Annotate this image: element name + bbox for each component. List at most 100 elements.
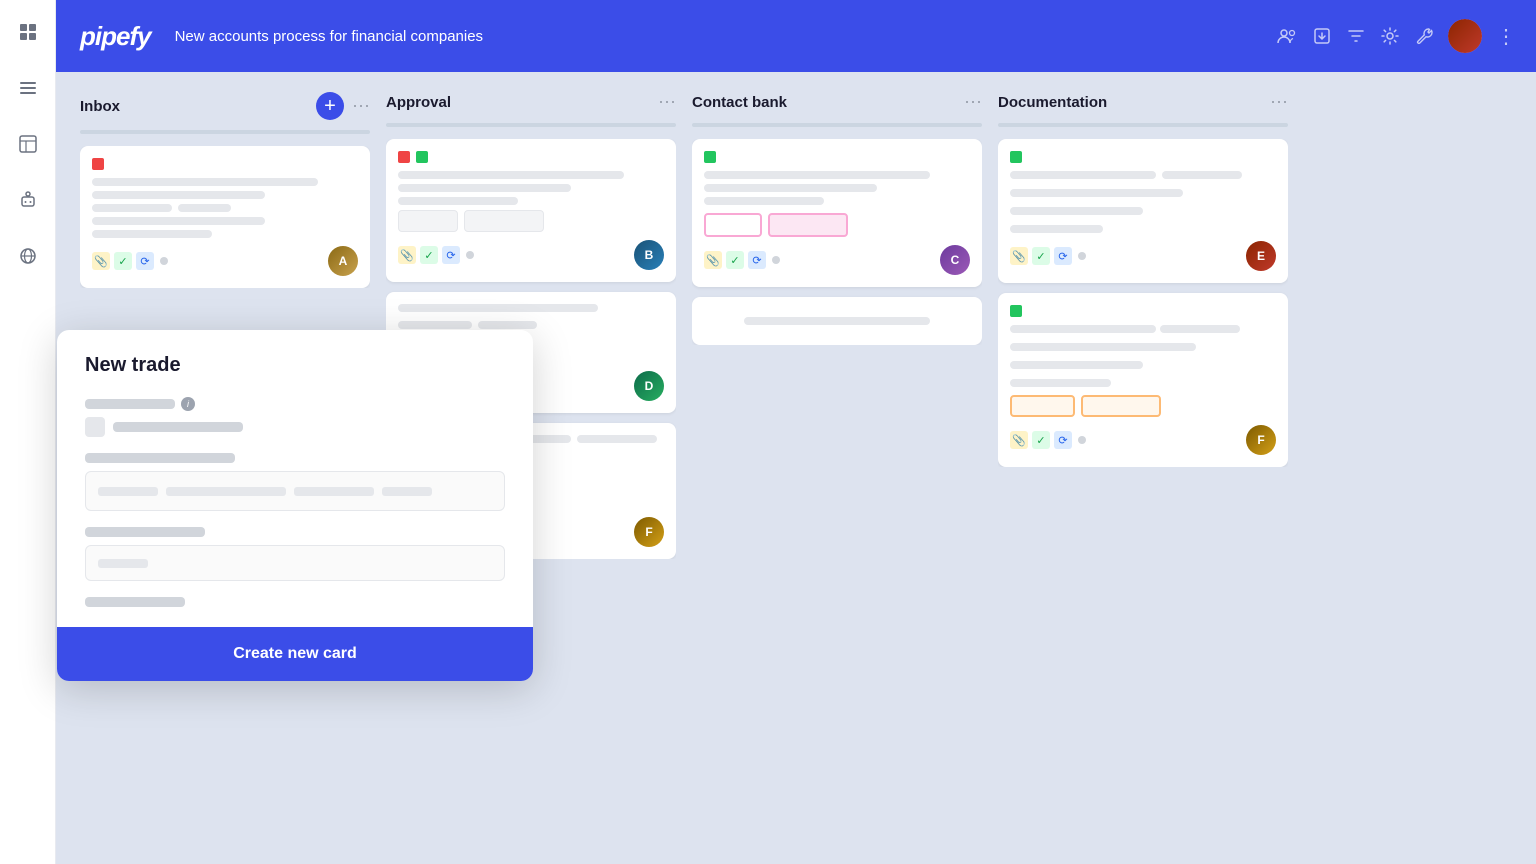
column-inbox-menu-icon[interactable]: ⋯ [352, 96, 370, 117]
sync-icon: ⟳ [136, 252, 154, 270]
dot-indicator [1078, 252, 1086, 260]
column-contact-bank: Contact bank ⋯ [692, 92, 982, 844]
card-footer: 📎 ✓ ⟳ B [398, 240, 664, 270]
content-line [1010, 325, 1156, 333]
users-icon[interactable] [1276, 25, 1298, 47]
column-documentation-title: Documentation [998, 94, 1262, 111]
tag-red [92, 158, 104, 170]
create-new-card-button[interactable]: Create new card [233, 645, 357, 663]
info-icon: i [181, 397, 195, 411]
badge-orange2 [1081, 395, 1161, 417]
content-line [704, 184, 877, 192]
card-tags [1010, 151, 1276, 163]
column-approval-bar [386, 123, 676, 127]
column-contact-bank-title: Contact bank [692, 94, 956, 111]
check-icon: ✓ [726, 251, 744, 269]
card-badges [1010, 395, 1276, 417]
card-footer: 📎 ✓ ⟳ A [92, 246, 358, 276]
sidebar-item-list[interactable] [12, 72, 44, 104]
settings-icon[interactable] [1380, 26, 1400, 46]
field-attachment-row [85, 417, 505, 437]
tag-green [704, 151, 716, 163]
column-contact-bank-menu-icon[interactable]: ⋯ [964, 92, 982, 113]
form-field-3 [85, 527, 505, 581]
avatar: C [940, 245, 970, 275]
card-footer: 📎 ✓ ⟳ F [1010, 425, 1276, 455]
avatar: F [634, 517, 664, 547]
card-content-lines [398, 171, 664, 232]
column-documentation-menu-icon[interactable]: ⋯ [1270, 92, 1288, 113]
attachment-icon [85, 417, 105, 437]
attachment-bar [113, 422, 243, 432]
more-icon[interactable]: ⋮ [1496, 24, 1516, 49]
column-contact-bank-bar [692, 123, 982, 127]
wrench-icon[interactable] [1414, 26, 1434, 46]
content-line [92, 217, 265, 225]
card-tags [1010, 305, 1276, 317]
modal-body: New trade i [57, 330, 533, 627]
content-line [1010, 207, 1143, 215]
logo: pipefy [80, 21, 151, 52]
user-avatar[interactable] [1448, 19, 1482, 53]
check-icon: ✓ [1032, 431, 1050, 449]
tag-green [416, 151, 428, 163]
field-label-row: i [85, 397, 505, 411]
content-line [1160, 325, 1240, 333]
card-footer: 📎 ✓ ⟳ C [704, 245, 970, 275]
badge-pink [704, 213, 762, 237]
tag-red [398, 151, 410, 163]
content-line [398, 321, 472, 329]
small-input[interactable] [85, 545, 505, 581]
content-line [704, 197, 824, 205]
content-line [577, 435, 657, 443]
column-contact-bank-cards: 📎 ✓ ⟳ C [692, 139, 982, 345]
content-line [1010, 361, 1143, 369]
card-tags [92, 158, 358, 170]
sidebar-item-globe[interactable] [12, 240, 44, 272]
content-line [92, 204, 172, 212]
placeholder-bar [166, 487, 286, 496]
filter-icon[interactable] [1346, 26, 1366, 46]
column-approval-header: Approval ⋯ [386, 92, 676, 113]
attachment-icon: 📎 [1010, 431, 1028, 449]
card-tags [398, 151, 664, 163]
content-line [178, 204, 231, 212]
import-icon[interactable] [1312, 26, 1332, 46]
column-inbox-add-button[interactable]: + [316, 92, 344, 120]
avatar: F [1246, 425, 1276, 455]
text-input[interactable] [85, 471, 505, 511]
card-content-lines [1010, 171, 1276, 233]
badge-orange [1010, 395, 1075, 417]
avatar: A [328, 246, 358, 276]
table-row: 📎 ✓ ⟳ F [998, 293, 1288, 467]
card-badges [704, 213, 970, 237]
content-line [1010, 189, 1183, 197]
sidebar-item-table[interactable] [12, 128, 44, 160]
column-inbox-bar [80, 130, 370, 134]
content-line [1010, 343, 1196, 351]
card-footer-icons: 📎 ✓ ⟳ [704, 251, 780, 269]
field-label-bar [85, 399, 175, 409]
column-approval-menu-icon[interactable]: ⋯ [658, 92, 676, 113]
card-footer: 📎 ✓ ⟳ E [1010, 241, 1276, 271]
section-label-2 [85, 527, 205, 537]
check-icon: ✓ [114, 252, 132, 270]
attachment-icon: 📎 [704, 251, 722, 269]
dot-indicator [1078, 436, 1086, 444]
content-line [1010, 171, 1156, 179]
attachment-icon: 📎 [398, 246, 416, 264]
card-badge [464, 210, 544, 232]
column-documentation-bar [998, 123, 1288, 127]
card-footer-icons: 📎 ✓ ⟳ [1010, 431, 1086, 449]
avatar: E [1246, 241, 1276, 271]
sidebar-item-grid[interactable] [12, 16, 44, 48]
sync-icon: ⟳ [1054, 431, 1072, 449]
sidebar-item-bot[interactable] [12, 184, 44, 216]
table-row: 📎 ✓ ⟳ B [386, 139, 676, 282]
sync-icon: ⟳ [748, 251, 766, 269]
dot-indicator [466, 251, 474, 259]
table-row: 📎 ✓ ⟳ C [692, 139, 982, 287]
card-content-lines [704, 171, 970, 205]
tag-green [1010, 151, 1022, 163]
card-badge [398, 210, 458, 232]
